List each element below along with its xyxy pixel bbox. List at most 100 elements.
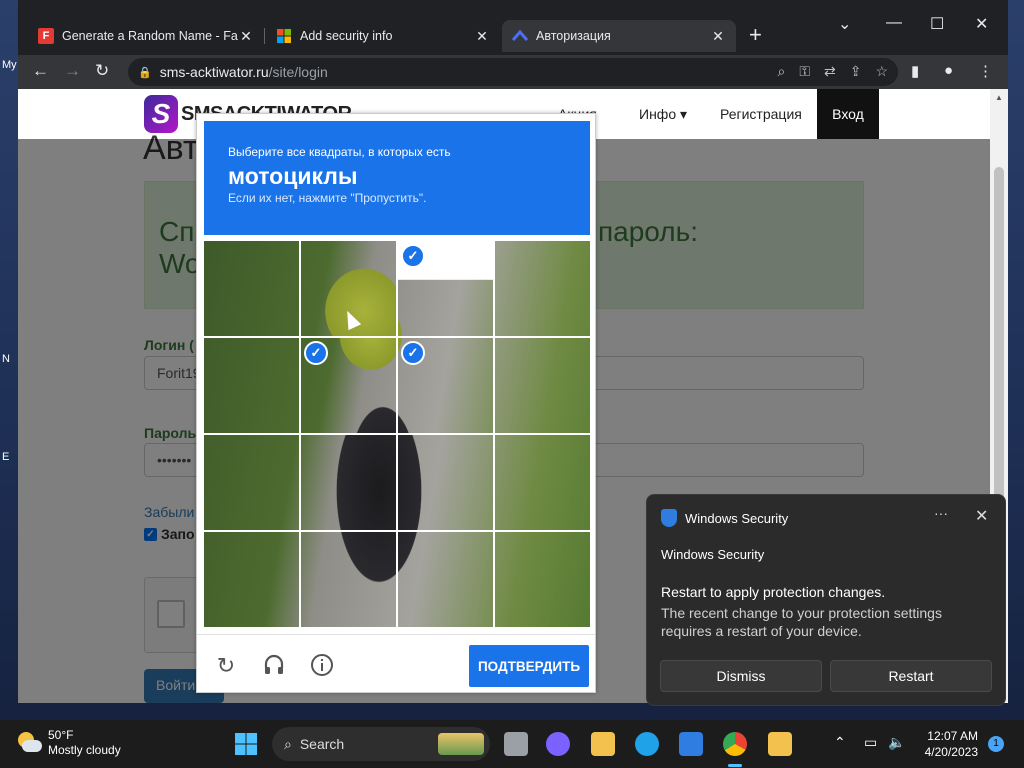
forward-icon[interactable]: → [64, 61, 81, 81]
profile-icon[interactable]: ● [944, 62, 953, 79]
close-icon[interactable]: ✕ [975, 506, 988, 526]
captcha-tile[interactable]: ✓ [301, 338, 396, 433]
captcha-tile[interactable] [204, 435, 299, 530]
captcha-tile[interactable] [398, 532, 493, 627]
taskbar: 50°F Mostly cloudy ⌕ Search ⌃ ▭ 🔈 12:07 … [0, 720, 1024, 768]
partly-cloudy-icon [16, 732, 42, 754]
nav-login-button[interactable]: Вход [817, 89, 879, 139]
nav-register[interactable]: Регистрация [720, 106, 802, 122]
captcha-tile-image [301, 532, 396, 627]
start-icon[interactable] [234, 732, 258, 756]
verify-button[interactable]: ПОДТВЕРДИТЬ [469, 645, 589, 687]
file-explorer-icon[interactable] [591, 732, 615, 756]
toast-body: The recent change to your protection set… [661, 605, 942, 639]
captcha-tile-image [204, 532, 299, 627]
microsoft-favicon-icon [276, 28, 292, 44]
info-icon[interactable] [309, 653, 335, 679]
captcha-tile-image [398, 532, 493, 627]
captcha-tile-image [495, 241, 590, 336]
nav-info[interactable]: Инфо ▾ [639, 106, 687, 123]
tab-search-chevron-icon[interactable]: ⌄ [838, 14, 851, 34]
maximize-icon[interactable]: ☐ [930, 14, 944, 34]
more-options-icon[interactable]: ··· [934, 505, 948, 521]
audio-challenge-icon[interactable] [261, 653, 287, 679]
search-label: Search [299, 736, 345, 752]
notification-badge[interactable]: 1 [988, 736, 1004, 752]
taskbar-search[interactable]: ⌕ Search [272, 727, 490, 761]
caret-down-icon: ▾ [680, 106, 688, 122]
captcha-tile[interactable] [204, 338, 299, 433]
captcha-tile[interactable] [398, 435, 493, 530]
tab-bar: F Generate a Random Name - Fak ✕ Add sec… [18, 0, 1008, 55]
captcha-tile[interactable] [495, 241, 590, 336]
tab-add-security-info[interactable]: Add security info ✕ [266, 20, 500, 52]
translate-icon[interactable]: ⇄ [824, 63, 836, 80]
chrome-icon[interactable] [723, 732, 747, 756]
chat-icon[interactable] [546, 732, 570, 756]
minimize-icon[interactable]: — [886, 14, 902, 32]
captcha-tile[interactable] [495, 435, 590, 530]
tab-authorization[interactable]: Авторизация ✕ [502, 20, 736, 52]
clock[interactable]: 12:07 AM 4/20/2023 [918, 728, 978, 760]
network-icon[interactable]: ▭ [864, 734, 877, 751]
captcha-object: мотоциклы [228, 163, 358, 189]
close-window-icon[interactable]: ✕ [975, 14, 988, 34]
volume-icon[interactable]: 🔈 [888, 734, 905, 751]
captcha-hint: Если их нет, нажмите "Пропустить". [228, 191, 427, 205]
zoom-search-icon[interactable]: ⌕ [777, 63, 785, 80]
bookmark-star-icon[interactable]: ☆ [875, 63, 888, 80]
share-icon[interactable]: ⇪ [850, 63, 862, 80]
captcha-tile[interactable] [301, 532, 396, 627]
url-host: sms-acktiwator.ru [159, 64, 269, 80]
menu-kebab-icon[interactable]: ⋮ [978, 62, 993, 80]
captcha-tile-image [495, 532, 590, 627]
restart-button[interactable]: Restart [830, 660, 992, 692]
toast-title: Restart to apply protection changes. [661, 584, 886, 600]
captcha-tile[interactable] [495, 532, 590, 627]
key-icon[interactable]: ⚿ [799, 63, 810, 80]
captcha-tile[interactable]: ✓ [398, 241, 493, 336]
store-icon[interactable] [679, 732, 703, 756]
captcha-tile[interactable] [301, 435, 396, 530]
lock-icon: 🔒 [138, 66, 152, 79]
captcha-tile-image [204, 338, 299, 433]
captcha-tile-image [495, 338, 590, 433]
captcha-challenge: Выберите все квадраты, в которых есть мо… [196, 113, 596, 693]
close-tab-icon[interactable]: ✕ [238, 28, 254, 45]
side-panel-icon[interactable]: ▮ [911, 62, 919, 80]
captcha-tile[interactable]: ✓ [398, 338, 493, 433]
reload-challenge-icon[interactable]: ↻ [213, 653, 239, 679]
address-bar[interactable]: 🔒 sms-acktiwator.ru/site/login ⌕ ⚿ ⇄ ⇪ ☆ [128, 58, 898, 86]
captcha-tile[interactable] [495, 338, 590, 433]
new-tab-button[interactable]: + [749, 24, 762, 46]
captcha-tile[interactable] [204, 241, 299, 336]
captcha-instruction: Выберите все квадраты, в которых есть [228, 145, 451, 159]
folder-icon[interactable] [768, 732, 792, 756]
close-tab-icon[interactable]: ✕ [710, 28, 726, 45]
back-icon[interactable]: ← [32, 61, 49, 81]
weather-condition: Mostly cloudy [48, 743, 121, 757]
captcha-tile[interactable] [204, 532, 299, 627]
captcha-image-grid: ✓ ✓ ✓ [204, 241, 590, 627]
task-view-icon[interactable] [504, 732, 528, 756]
scroll-up-icon[interactable]: ▲ [995, 93, 1003, 102]
edge-icon[interactable] [635, 732, 659, 756]
weather-widget[interactable]: 50°F Mostly cloudy [16, 728, 121, 758]
shield-icon [661, 509, 677, 527]
url-path: /site/login [268, 64, 328, 80]
captcha-tile-image [495, 435, 590, 530]
search-highlight-icon [438, 733, 484, 755]
dismiss-button[interactable]: Dismiss [660, 660, 822, 692]
clock-date: 4/20/2023 [924, 745, 978, 759]
reload-icon[interactable]: ↻ [95, 61, 109, 81]
captcha-tile-image [204, 435, 299, 530]
tab-title: Generate a Random Name - Fak [62, 29, 238, 43]
logo-mark: S [144, 95, 178, 133]
tile-selected-check-icon: ✓ [401, 244, 425, 268]
close-tab-icon[interactable]: ✕ [474, 28, 490, 45]
captcha-tile-image [398, 279, 493, 336]
tile-selected-check-icon: ✓ [304, 341, 328, 365]
desktop-label: E [2, 451, 10, 463]
tab-fake-name[interactable]: F Generate a Random Name - Fak ✕ [28, 20, 264, 52]
tray-chevron-icon[interactable]: ⌃ [834, 734, 846, 751]
